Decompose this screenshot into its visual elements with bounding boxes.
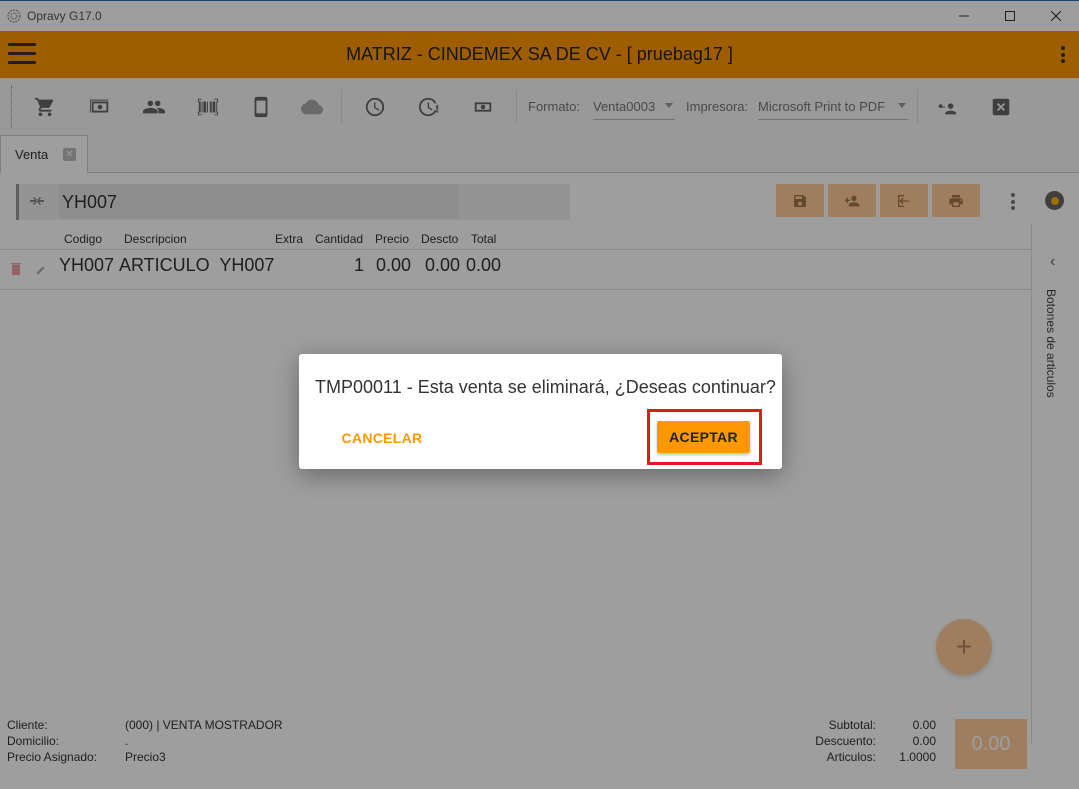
confirm-dialog: TMP00011 - Esta venta se eliminará, ¿Des… <box>299 354 782 469</box>
accept-button[interactable]: ACEPTAR <box>657 421 750 453</box>
dialog-message: TMP00011 - Esta venta se eliminará, ¿Des… <box>315 377 776 397</box>
cancel-button[interactable]: CANCELAR <box>336 421 428 455</box>
